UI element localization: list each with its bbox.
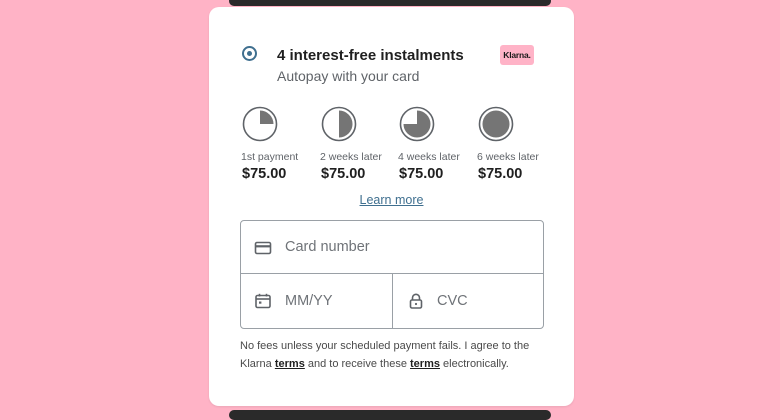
card-number-row — [241, 221, 543, 274]
schedule-step-3: 4 weeks later $75.00 — [398, 105, 460, 182]
expiry-cell — [241, 274, 393, 328]
schedule-step-1: 1st payment $75.00 — [241, 105, 298, 182]
disclaimer-text: and to receive these — [304, 358, 411, 370]
payment-option-subtitle: Autopay with your card — [277, 68, 420, 84]
card-details-form — [240, 220, 544, 329]
pie-half-icon — [321, 106, 357, 142]
schedule-step-label: 6 weeks later — [477, 151, 539, 163]
schedule-step-2: 2 weeks later $75.00 — [320, 105, 382, 182]
card-number-input[interactable] — [285, 235, 525, 259]
terms-link[interactable]: terms — [410, 358, 440, 370]
payment-option-title: 4 interest-free instalments — [277, 47, 464, 64]
instalments-radio-button[interactable] — [242, 46, 257, 61]
schedule-step-amount: $75.00 — [399, 166, 444, 182]
terms-disclaimer: No fees unless your scheduled payment fa… — [240, 337, 550, 373]
device-frame-top — [229, 0, 551, 6]
device-frame-bottom — [229, 410, 551, 420]
disclaimer-text: electronically. — [439, 358, 509, 370]
payment-schedule: 1st payment $75.00 2 weeks later $75.00 … — [241, 105, 561, 195]
cvc-cell — [393, 274, 543, 328]
learn-more-link[interactable]: Learn more — [209, 193, 574, 207]
schedule-step-label: 1st payment — [241, 151, 299, 163]
klarna-logo-badge: Klarna. — [500, 45, 534, 65]
calendar-icon — [255, 293, 271, 309]
pie-three-quarter-icon — [399, 106, 435, 142]
schedule-step-4: 6 weeks later $75.00 — [477, 105, 539, 182]
schedule-step-amount: $75.00 — [242, 166, 287, 182]
schedule-step-amount: $75.00 — [321, 166, 366, 182]
lock-icon — [409, 293, 423, 309]
schedule-step-label: 4 weeks later — [398, 151, 460, 163]
payment-option-card: 4 interest-free instalments Autopay with… — [209, 7, 574, 406]
cvc-input[interactable] — [437, 289, 532, 313]
terms-link[interactable]: terms — [275, 358, 305, 370]
pie-full-icon — [478, 106, 514, 142]
pie-quarter-icon — [242, 106, 278, 142]
credit-card-icon — [254, 241, 272, 255]
schedule-step-label: 2 weeks later — [320, 151, 382, 163]
expiry-date-input[interactable] — [285, 289, 380, 313]
schedule-step-amount: $75.00 — [478, 166, 523, 182]
